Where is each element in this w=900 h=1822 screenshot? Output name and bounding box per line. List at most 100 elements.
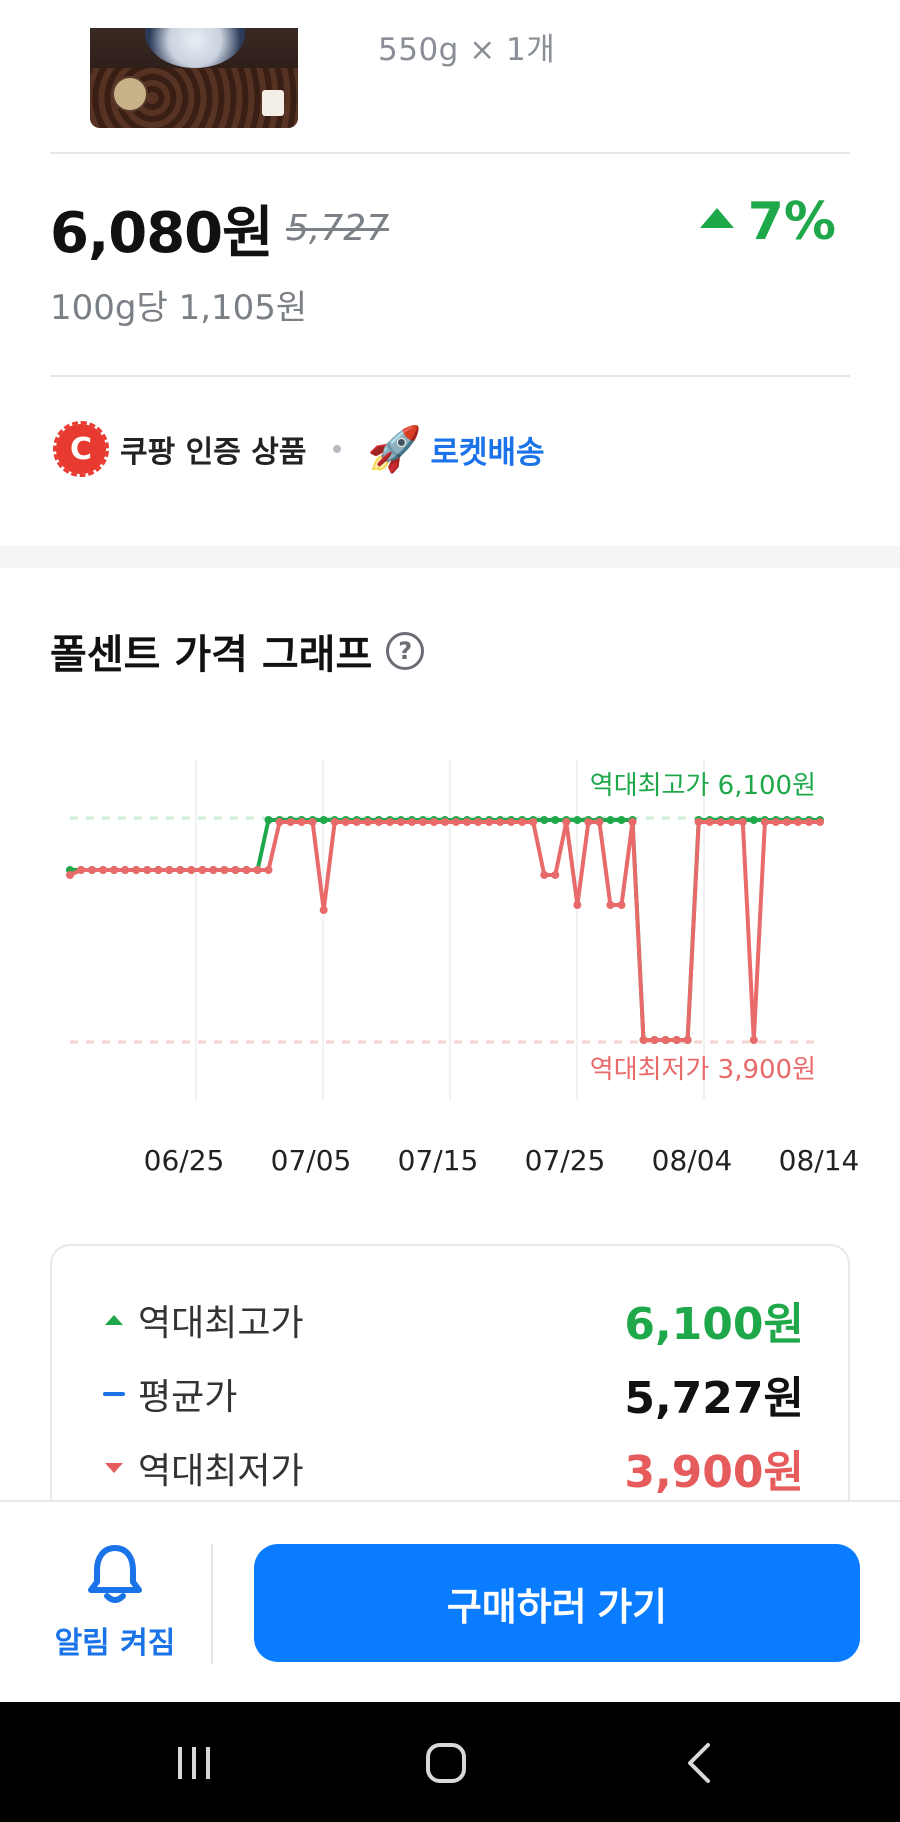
series-point-min [198, 866, 207, 874]
series-point-min [782, 818, 791, 826]
system-nav-bar [0, 1702, 900, 1822]
series-point-min [231, 866, 240, 874]
rocket-icon: 🚀 [367, 424, 422, 475]
up-arrow-icon [699, 208, 734, 228]
summary-row-avg: 평균가 5,727원 [102, 1364, 804, 1424]
series-point-max [749, 816, 758, 824]
series-point-max [551, 816, 560, 824]
home-button[interactable] [416, 1738, 476, 1788]
coupang-certified-icon: C [53, 421, 109, 477]
series-point-min [694, 818, 703, 826]
series-point-min [463, 818, 472, 826]
series-point-min [209, 866, 218, 874]
series-point-max [606, 816, 615, 824]
rocket-delivery-label: 로켓배송 [430, 434, 545, 471]
price-change-percent: 7% [747, 192, 836, 252]
series-point-min [738, 818, 747, 826]
series-point-max [319, 816, 328, 824]
x-tick-label: 07/05 [271, 1144, 352, 1177]
series-point-min [441, 818, 449, 826]
series-point-min [485, 818, 494, 826]
series-point-min [429, 818, 438, 826]
max-price-label: 역대최고가 [138, 1303, 304, 1344]
series-point-min [286, 818, 295, 826]
series-point-min [88, 866, 97, 874]
divider-top [50, 152, 850, 154]
separator-dot [332, 445, 341, 453]
alarm-label: 알림 켜짐 [54, 1626, 176, 1661]
price-chart: 06/25 07/05 07/15 07/25 08/04 08/14 역대최고가 6,10… [66, 760, 859, 1177]
series-point-min [617, 901, 626, 909]
product-image[interactable] [90, 28, 298, 128]
series-point-min [407, 818, 416, 826]
price-summary-card: 역대최고가 6,100원 평균가 5,727원 역대최저가 3,900원 [50, 1244, 850, 1544]
down-triangle-icon [105, 1463, 123, 1473]
series-point-min [760, 818, 769, 826]
up-triangle-icon [105, 1315, 123, 1325]
original-price: 5,727 [286, 208, 390, 249]
series-point-min [121, 866, 130, 874]
series-point-min [132, 866, 141, 874]
x-tick-label: 07/25 [525, 1144, 606, 1177]
back-button[interactable] [670, 1738, 730, 1788]
series-point-max [264, 816, 273, 824]
series-point-min [507, 818, 516, 826]
series-point-min [705, 818, 714, 826]
series-point-min [396, 818, 405, 826]
series-point-min [319, 906, 328, 914]
series-point-min [363, 818, 372, 826]
series-point-min [374, 818, 383, 826]
series-point-min [275, 818, 284, 826]
series-point-min [99, 866, 108, 874]
current-price: 6,080원 [50, 201, 274, 266]
series-point-min [771, 818, 780, 826]
series-point-min [77, 866, 86, 874]
unit-price: 100g당 1,105원 [50, 288, 308, 328]
bottom-action-bar: 알림 켜짐 구매하러 가기 [0, 1500, 900, 1702]
series-point-min [297, 818, 306, 826]
series-point-min [683, 1036, 692, 1044]
section-separator [0, 546, 900, 568]
buy-button[interactable]: 구매하러 가기 [254, 1544, 860, 1662]
recent-apps-icon [178, 1747, 210, 1779]
vertical-divider [211, 1544, 213, 1664]
min-price-annotation: 역대최저가 3,900원 [590, 1055, 816, 1085]
bell-icon [88, 1545, 142, 1603]
series-point-min [551, 871, 560, 879]
series-point-min [529, 818, 538, 826]
series-point-min [385, 818, 394, 826]
price-change: 7% [699, 192, 836, 252]
price-row: 6,080원 5,727 7% [50, 188, 850, 266]
series-point-min [352, 818, 361, 826]
dash-icon [103, 1392, 125, 1396]
series-point-min [264, 866, 273, 874]
series-point-min [452, 818, 461, 826]
series-point-min [66, 871, 74, 879]
min-price-value: 3,900원 [624, 1447, 804, 1498]
series-point-min [816, 818, 824, 826]
series-point-min [661, 1036, 670, 1044]
min-price-label: 역대최저가 [138, 1451, 304, 1492]
series-point-min [187, 866, 196, 874]
series-point-min [562, 818, 571, 826]
series-point-max [540, 816, 549, 824]
back-icon [688, 1743, 710, 1783]
series-point-min [496, 818, 505, 826]
recent-apps-button[interactable] [164, 1738, 224, 1788]
x-tick-label: 08/04 [652, 1144, 733, 1177]
series-point-min [165, 866, 174, 874]
help-icon[interactable]: ? [386, 632, 425, 670]
series-point-min [540, 871, 549, 879]
product-quantity: 550g × 1개 [378, 32, 556, 68]
avg-price-label: 평균가 [138, 1377, 238, 1418]
series-point-min [474, 818, 483, 826]
series-point-max [617, 816, 626, 824]
series-point-min [176, 866, 185, 874]
product-mascot [145, 28, 245, 68]
alarm-toggle[interactable]: 알림 켜짐 [40, 1542, 190, 1672]
x-tick-label: 06/25 [144, 1144, 225, 1177]
avg-price-value: 5,727원 [624, 1373, 804, 1424]
series-point-min [518, 818, 527, 826]
summary-row-max: 역대최고가 6,100원 [102, 1290, 804, 1350]
series-point-min [672, 1036, 681, 1044]
